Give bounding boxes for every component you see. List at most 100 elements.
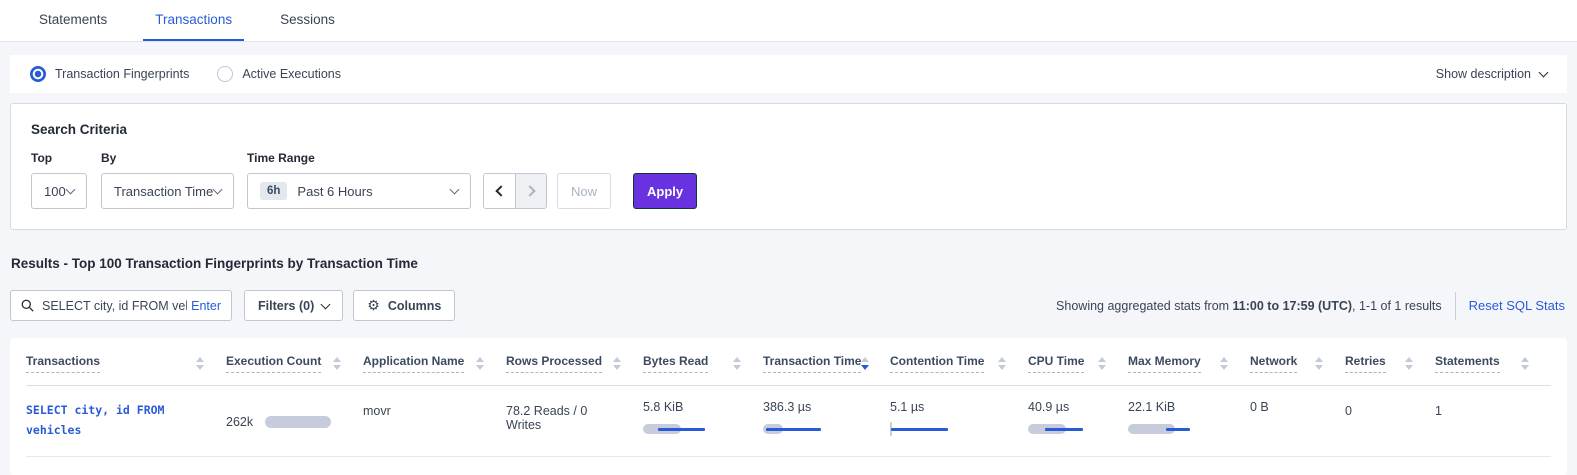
sort-icon[interactable] — [1098, 357, 1106, 370]
by-value: Transaction Time — [114, 184, 213, 199]
bytes-read-value: 5.8 KiB — [643, 400, 741, 414]
sort-icon[interactable] — [1405, 357, 1413, 370]
sort-icon[interactable] — [196, 357, 204, 370]
col-header-rows-processed: Rows Processed — [506, 338, 643, 385]
search-enter-button[interactable]: Enter — [191, 299, 221, 313]
cell-application-name: movr — [363, 386, 506, 456]
sort-icon[interactable] — [476, 357, 484, 370]
col-header-label[interactable]: Contention Time — [890, 354, 984, 373]
col-header-transaction-time: Transaction Time — [763, 338, 890, 385]
network-value: 0 B — [1250, 400, 1269, 414]
vertical-divider — [1455, 292, 1456, 320]
search-box: Enter — [10, 290, 232, 321]
cell-network: 0 B — [1250, 386, 1345, 456]
by-select[interactable]: Transaction Time — [101, 173, 234, 209]
cpu-time-bar — [1028, 422, 1118, 436]
transaction-fingerprint-link[interactable]: SELECT city, id FROM vehicles — [26, 403, 164, 437]
tab-statements[interactable]: Statements — [27, 0, 119, 41]
sort-icon[interactable] — [733, 357, 741, 370]
col-header-application-name: Application Name — [363, 338, 506, 385]
cell-max-memory: 22.1 KiB — [1128, 386, 1250, 456]
time-range-pager — [483, 173, 547, 209]
search-criteria-form: Top 100 By Transaction Time Time Range 6… — [31, 151, 1546, 209]
cell-retries: 0 — [1345, 386, 1435, 456]
chevron-down-icon — [1539, 68, 1549, 78]
col-header-network: Network — [1250, 338, 1345, 385]
table-row: SELECT city, id FROM vehicles 262k movr … — [26, 386, 1551, 457]
sort-icon-active-desc[interactable] — [861, 357, 869, 370]
chevron-down-icon — [213, 185, 223, 195]
col-header-label[interactable]: Transaction Time — [763, 354, 861, 373]
cpu-time-value: 40.9 µs — [1028, 400, 1106, 414]
sort-icon[interactable] — [613, 357, 621, 370]
view-toggle-row: Transaction Fingerprints Active Executio… — [10, 55, 1567, 93]
col-header-label[interactable]: Transactions — [26, 354, 100, 373]
col-header-label[interactable]: Bytes Read — [643, 354, 708, 373]
chevron-down-icon — [66, 185, 76, 195]
columns-button[interactable]: ⚙ Columns — [353, 290, 455, 321]
time-range-next-button[interactable] — [515, 174, 546, 208]
time-range-prev-button[interactable] — [484, 174, 515, 208]
sort-icon[interactable] — [998, 357, 1006, 370]
radio-transaction-fingerprints[interactable]: Transaction Fingerprints — [30, 66, 189, 82]
col-header-label[interactable]: Retries — [1345, 354, 1386, 373]
cell-contention-time: 5.1 µs — [890, 386, 1028, 456]
col-header-bytes-read: Bytes Read — [643, 338, 763, 385]
execution-count-value: 262k — [226, 415, 253, 429]
stats-prefix: Showing aggregated stats from — [1056, 299, 1233, 313]
cell-rows-processed: 78.2 Reads / 0 Writes — [506, 386, 643, 456]
tab-transactions[interactable]: Transactions — [143, 0, 244, 41]
time-range-field: Time Range 6h Past 6 Hours — [247, 151, 471, 209]
sort-icon[interactable] — [1521, 357, 1529, 370]
col-header-label[interactable]: Execution Count — [226, 354, 321, 373]
show-description-label: Show description — [1436, 67, 1531, 81]
time-range-select[interactable]: 6h Past 6 Hours — [247, 173, 471, 209]
time-range-value: Past 6 Hours — [297, 184, 372, 199]
col-header-label[interactable]: CPU Time — [1028, 354, 1084, 373]
aggregated-stats-text: Showing aggregated stats from 11:00 to 1… — [1056, 299, 1442, 313]
sort-icon[interactable] — [333, 357, 341, 370]
top-field: Top 100 — [31, 151, 101, 209]
application-name-value: movr — [363, 404, 391, 418]
search-criteria-panel: Search Criteria Top 100 By Transaction T… — [10, 103, 1567, 230]
stats-suffix: , 1-1 of 1 results — [1352, 299, 1442, 313]
chevron-down-icon — [321, 299, 331, 309]
statements-value: 1 — [1435, 404, 1442, 418]
show-description-toggle[interactable]: Show description — [1436, 67, 1547, 81]
chevron-right-icon — [524, 185, 535, 196]
reset-sql-stats-link[interactable]: Reset SQL Stats — [1469, 298, 1565, 313]
apply-button[interactable]: Apply — [633, 173, 697, 209]
now-button[interactable]: Now — [557, 173, 611, 209]
filters-button[interactable]: Filters (0) — [244, 290, 343, 321]
rows-processed-value: 78.2 Reads / 0 Writes — [506, 404, 587, 432]
col-header-label[interactable]: Rows Processed — [506, 354, 602, 373]
table-header-row: Transactions Execution Count Application… — [26, 338, 1551, 386]
radio-unselected-icon — [217, 66, 233, 82]
filters-label: Filters (0) — [258, 299, 314, 313]
col-header-retries: Retries — [1345, 338, 1435, 385]
col-header-label[interactable]: Statements — [1435, 354, 1500, 373]
by-label: By — [101, 151, 247, 165]
top-tab-bar: Statements Transactions Sessions — [0, 0, 1577, 42]
gear-icon: ⚙ — [367, 297, 380, 314]
radio-label: Active Executions — [242, 67, 341, 81]
col-header-label[interactable]: Application Name — [363, 354, 464, 373]
chevron-left-icon — [495, 185, 506, 196]
tab-sessions[interactable]: Sessions — [268, 0, 347, 41]
col-header-label[interactable]: Network — [1250, 354, 1297, 373]
results-heading: Results - Top 100 Transaction Fingerprin… — [11, 256, 1577, 271]
cell-cpu-time: 40.9 µs — [1028, 386, 1128, 456]
col-header-label[interactable]: Max Memory — [1128, 354, 1201, 373]
results-controls-row: Enter Filters (0) ⚙ Columns Showing aggr… — [10, 290, 1567, 321]
top-select[interactable]: 100 — [31, 173, 87, 209]
sort-icon[interactable] — [1220, 357, 1228, 370]
search-icon — [21, 299, 34, 312]
transaction-time-value: 386.3 µs — [763, 400, 868, 414]
sort-icon[interactable] — [1315, 357, 1323, 370]
search-input[interactable] — [42, 299, 187, 313]
radio-selected-icon — [30, 66, 46, 82]
col-header-contention-time: Contention Time — [890, 338, 1028, 385]
chevron-down-icon — [450, 185, 460, 195]
cell-transaction-time: 386.3 µs — [763, 386, 890, 456]
radio-active-executions[interactable]: Active Executions — [217, 66, 341, 82]
